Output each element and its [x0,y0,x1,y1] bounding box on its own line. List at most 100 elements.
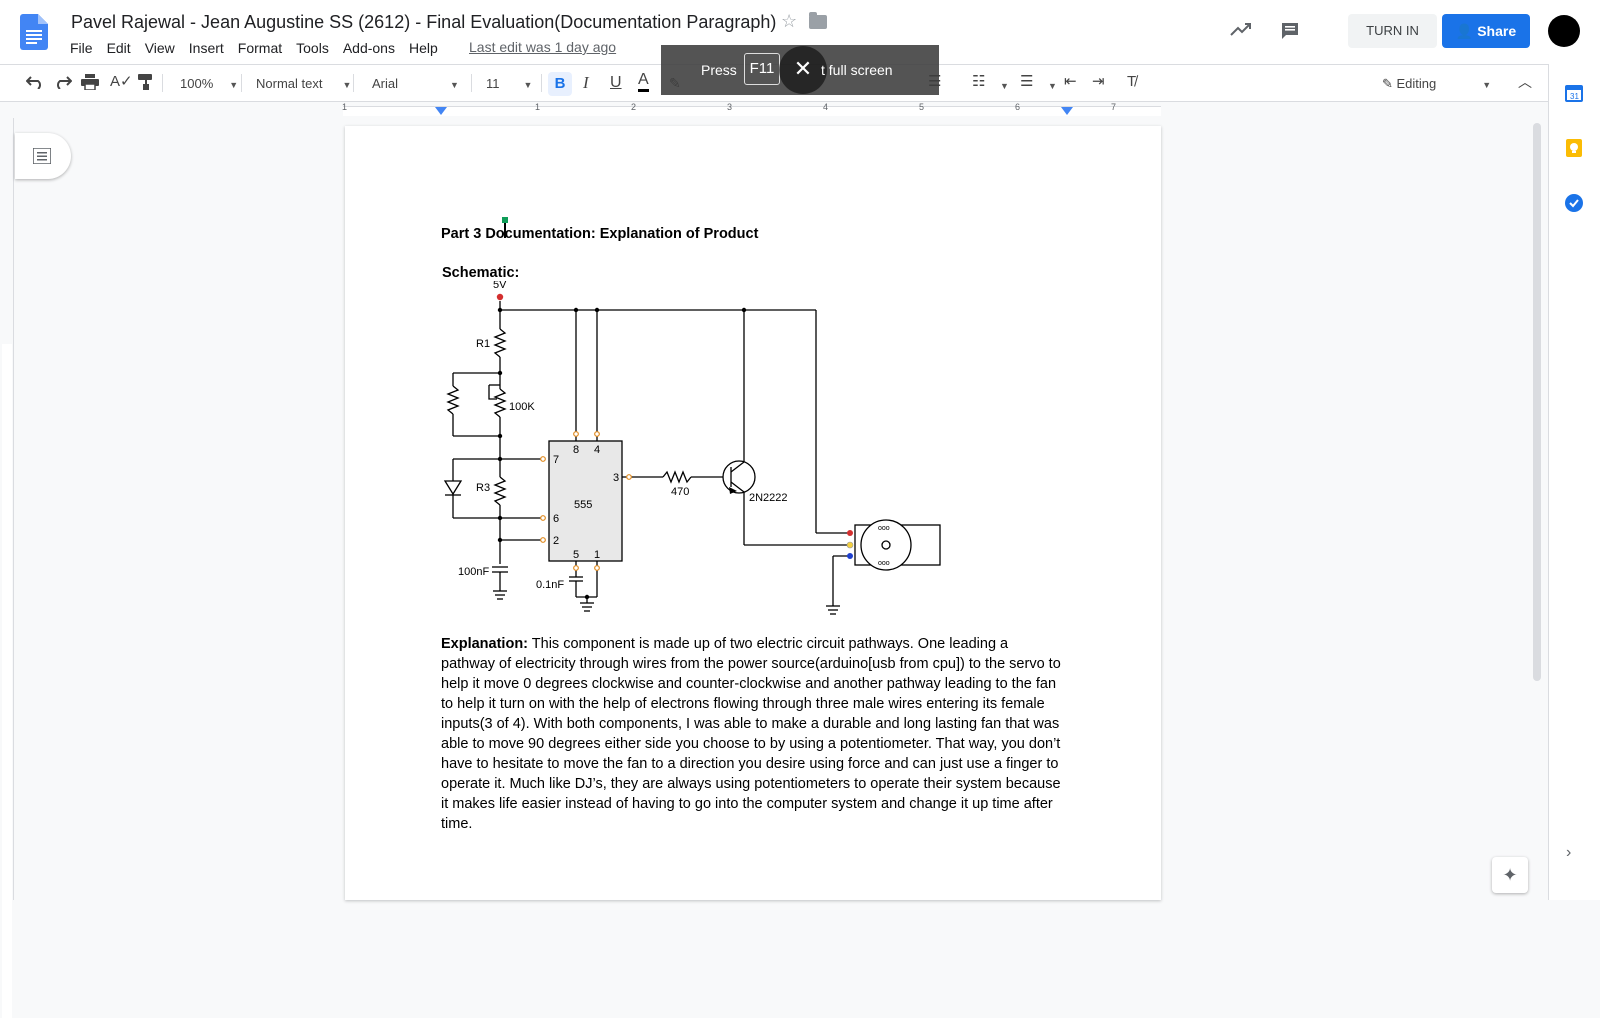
explore-icon: ✦ [1502,865,1518,885]
ruler-mark: 4 [823,102,829,112]
left-indent-marker[interactable] [435,107,447,115]
label-pin6: 6 [553,513,559,525]
label-100nf: 100nF [458,566,489,578]
chevron-down-icon: ▼ [1482,80,1492,90]
motor-pins-top: ooo [878,525,890,532]
banner-exit-text: t full screen [821,62,893,78]
avatar[interactable] [1548,15,1580,47]
menu-bar: File Edit View Insert Format Tools Add-o… [63,39,445,57]
close-icon[interactable]: ✕ [779,46,827,94]
label-pin2: 2 [553,535,559,547]
pencil-icon: ✎ [1382,76,1397,91]
ruler-mark: 1 [535,102,541,112]
toolbar-divider [353,74,354,92]
chevron-down-icon: ▼ [229,80,239,90]
menu-file[interactable]: File [63,39,100,57]
power-node [496,293,504,301]
bold-button[interactable]: B [548,72,572,96]
ruler-mark: 5 [919,102,925,112]
ruler-mark: 7 [1111,102,1117,112]
editing-mode-select[interactable]: ✎ Editing ▼ [1382,74,1491,95]
last-edit-link[interactable]: Last edit was 1 day ago [469,39,616,55]
font-size-value: 11 [486,76,500,91]
label-r1: R1 [476,338,490,350]
comment-icon[interactable] [1280,21,1300,41]
doc-heading[interactable]: Part 3 Documentation: Explanation of Pro… [441,226,758,242]
chevron-down-icon[interactable]: ▼ [1044,74,1057,96]
chevron-down-icon[interactable]: ▼ [996,74,1009,96]
label-pin7: 7 [553,454,559,466]
zoom-value: 100% [180,76,214,91]
ruler-mark: 6 [1015,102,1021,112]
text-color-button[interactable]: A [638,71,649,92]
menu-view[interactable]: View [138,39,182,57]
menu-insert[interactable]: Insert [182,39,231,57]
keep-icon[interactable] [1564,138,1584,158]
italic-button[interactable]: I [583,73,589,93]
ruler-mark: 2 [631,102,637,112]
side-panel [1548,64,1600,900]
decrease-indent-icon[interactable]: ⇤ [1064,72,1077,92]
menu-addons[interactable]: Add-ons [336,39,402,57]
banner-press-text: Press [701,62,737,78]
menu-help[interactable]: Help [402,39,445,57]
fullscreen-banner: Press F11 ✕ t full screen [661,45,939,95]
redo-icon[interactable] [54,75,72,89]
font-size-select[interactable]: 11 ▼ [486,74,532,95]
label-r3: R3 [476,482,490,494]
right-indent-marker[interactable] [1061,107,1073,115]
share-label: Share [1477,23,1517,39]
collaborator-cursor [502,217,508,238]
collapse-toolbar-icon[interactable]: ︿ [1518,72,1532,92]
clear-formatting-icon[interactable]: T̸ [1127,72,1136,92]
ruler-page-area [2,344,12,1018]
chevron-right-icon[interactable]: › [1566,844,1571,862]
ruler-mark: 1 [342,102,348,112]
zoom-select[interactable]: 100% ▼ [180,74,238,95]
print-icon[interactable] [81,74,99,90]
doc-title[interactable]: Pavel Rajewal - Jean Augustine SS (2612)… [71,12,776,33]
increase-indent-icon[interactable]: ⇥ [1092,72,1105,92]
calendar-icon[interactable]: 31 [1564,83,1584,103]
label-pin1: 1 [594,549,600,561]
paint-format-icon[interactable] [138,74,154,90]
font-value: Arial [372,76,399,91]
vertical-scrollbar[interactable] [1533,123,1541,681]
explanation-text: This component is made up of two electri… [441,636,1061,832]
schematic-label[interactable]: Schematic: [442,265,519,281]
folder-icon[interactable] [809,12,827,29]
star-icon[interactable]: ☆ [781,11,797,32]
undo-icon[interactable] [26,75,44,89]
explanation-paragraph[interactable]: Explanation: This component is made up o… [441,634,1065,834]
toolbar-divider [241,74,242,92]
circuit-schematic-image[interactable]: 5V R1 100K R3 100nF 0.1nF 555 8 4 7 3 6 … [441,281,961,621]
menu-format[interactable]: Format [231,39,289,57]
docs-logo-icon[interactable] [20,14,48,50]
label-555: 555 [574,499,592,511]
label-2n2222: 2N2222 [749,492,788,504]
paragraph-style-select[interactable]: Normal text ▼ [256,74,351,95]
vertical-ruler[interactable] [0,118,14,1018]
spellcheck-icon[interactable]: A✓ [110,72,133,92]
toolbar-divider [471,74,472,92]
share-button[interactable]: 👤 Share [1442,14,1530,48]
underline-button[interactable]: U [610,73,622,93]
mode-value: Editing [1396,76,1437,91]
bulleted-list-icon[interactable]: ☰ [1020,72,1033,92]
tasks-icon[interactable] [1564,193,1584,213]
turn-in-button[interactable]: TURN IN [1348,14,1437,48]
document-outline-button[interactable] [15,133,71,179]
document-page[interactable]: Part 3 Documentation: Explanation of Pro… [345,126,1161,900]
label-pin8: 8 [573,444,579,456]
motor-pins-bottom: ooo [878,560,890,567]
menu-edit[interactable]: Edit [100,39,138,57]
activity-trend-icon[interactable] [1230,21,1252,37]
menu-tools[interactable]: Tools [289,39,336,57]
label-pin5: 5 [573,549,579,561]
numbered-list-icon[interactable]: ☷ [972,72,985,92]
explore-button[interactable]: ✦ [1492,857,1528,893]
person-add-icon: 👤 [1455,23,1478,39]
label-5v: 5V [493,281,507,291]
font-select[interactable]: Arial ▼ [372,74,459,95]
banner-key: F11 [744,53,780,85]
